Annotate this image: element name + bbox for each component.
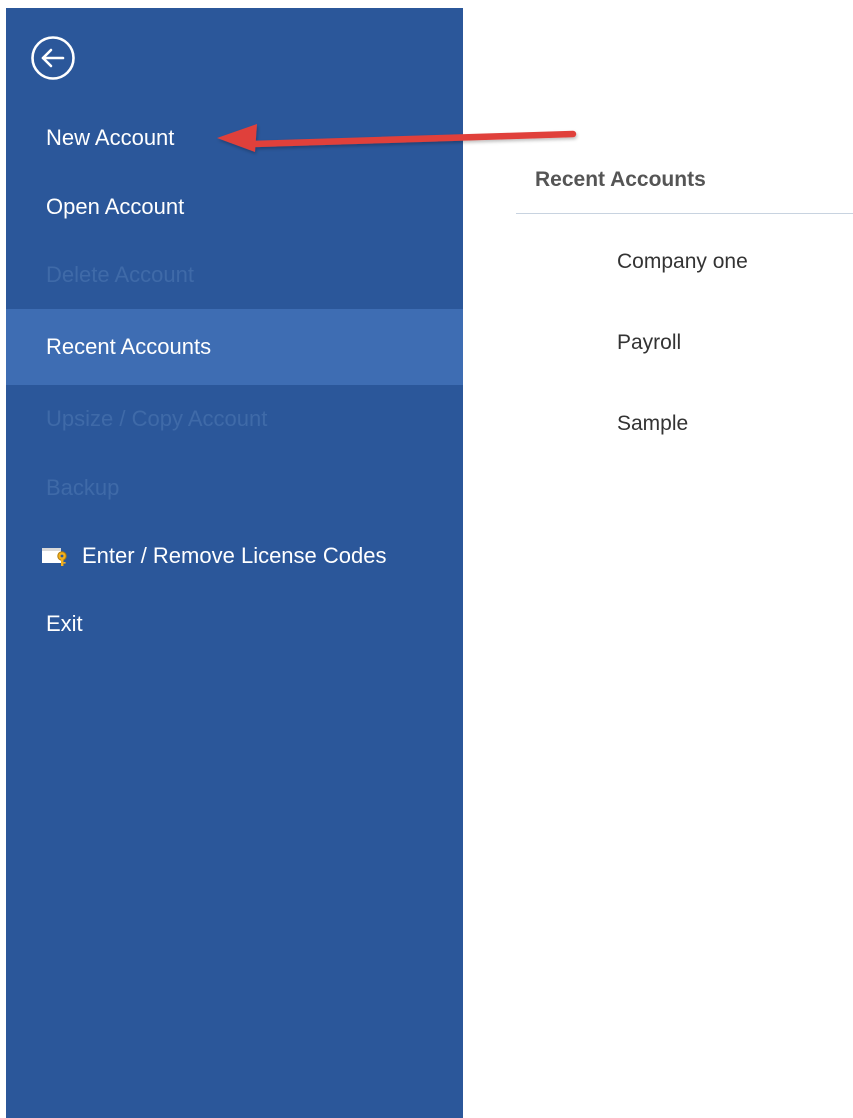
section-title: Recent Accounts bbox=[535, 168, 706, 191]
license-key-icon bbox=[42, 545, 70, 567]
menu-item-label: Recent Accounts bbox=[46, 334, 212, 359]
menu-item-label: Open Account bbox=[46, 194, 185, 219]
menu-item-upsize-copy-account: Upsize / Copy Account bbox=[6, 395, 463, 443]
red-arrow-pointing-left-icon bbox=[217, 124, 577, 152]
menu-item-label: Enter / Remove License Codes bbox=[82, 543, 387, 568]
backstage-sidebar: New Account Open Account Delete Account … bbox=[6, 8, 463, 1118]
menu-item-delete-account: Delete Account bbox=[6, 251, 463, 299]
back-arrow-circle-icon bbox=[31, 36, 75, 80]
menu-item-open-account[interactable]: Open Account bbox=[6, 183, 463, 231]
recent-account-item[interactable]: Sample bbox=[617, 412, 688, 436]
recent-account-item[interactable]: Payroll bbox=[617, 331, 681, 355]
menu-item-label: Backup bbox=[46, 475, 120, 500]
menu-item-exit[interactable]: Exit bbox=[6, 600, 463, 648]
menu-item-label: Upsize / Copy Account bbox=[46, 406, 268, 431]
menu-item-license-codes[interactable]: Enter / Remove License Codes bbox=[6, 532, 463, 580]
menu-item-label: New Account bbox=[46, 125, 175, 150]
menu-item-label: Delete Account bbox=[46, 262, 194, 287]
divider bbox=[516, 213, 853, 214]
menu-item-backup: Backup bbox=[6, 464, 463, 512]
back-button[interactable] bbox=[30, 35, 76, 81]
menu-item-recent-accounts[interactable]: Recent Accounts bbox=[6, 309, 463, 385]
app-window: New Account Open Account Delete Account … bbox=[0, 0, 853, 1118]
menu-item-label: Exit bbox=[46, 611, 83, 636]
recent-accounts-panel: Recent Accounts Company one Payroll Samp… bbox=[463, 0, 853, 1118]
recent-account-item[interactable]: Company one bbox=[617, 250, 748, 274]
